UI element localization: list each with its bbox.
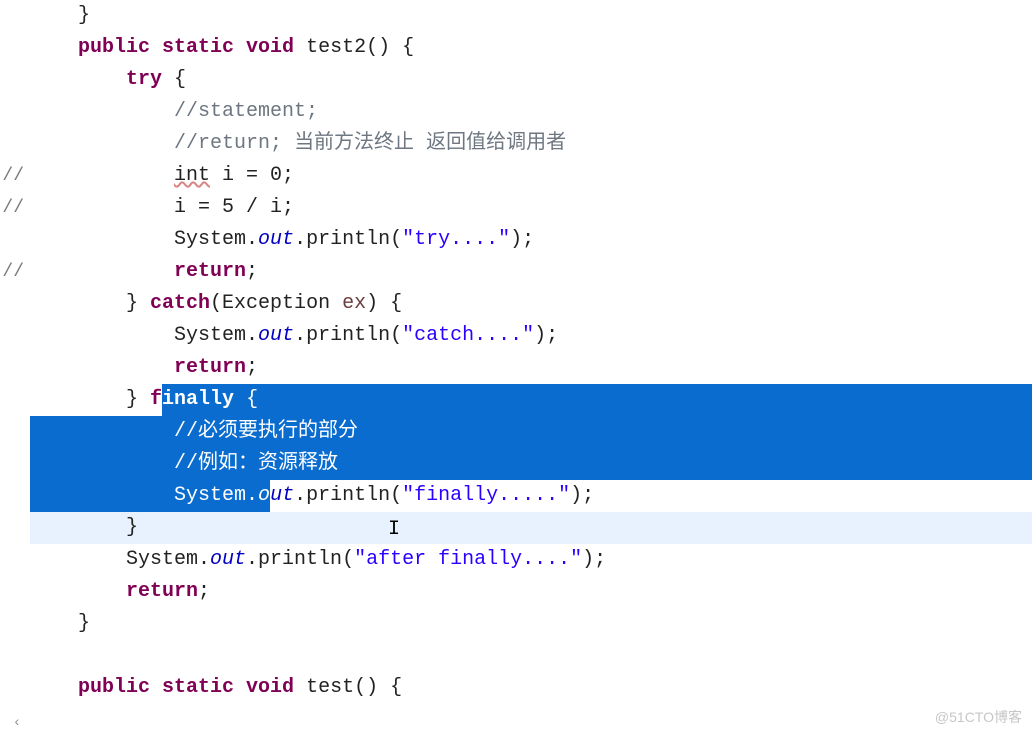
indent — [30, 448, 174, 480]
catch-params: (Exception — [210, 288, 342, 320]
call-println: .println( — [294, 480, 402, 512]
brace: { — [162, 64, 186, 96]
field-out: ut — [270, 480, 294, 512]
code-line[interactable]: } catch(Exception ex) { — [30, 288, 1032, 320]
brace: } — [30, 0, 90, 32]
code-line[interactable]: public static void test2() { — [30, 32, 1032, 64]
punct: ); — [510, 224, 534, 256]
keyword-finally-f: f — [150, 384, 162, 416]
code-line[interactable]: } finally { — [30, 384, 1032, 416]
method-signature: test() { — [294, 672, 402, 704]
call-system: System. — [30, 224, 258, 256]
string-literal: "try...." — [402, 224, 510, 256]
method-signature: test2() { — [294, 32, 414, 64]
code-line-selected[interactable]: //例如：资源释放 — [30, 448, 1032, 480]
code-line[interactable]: } — [30, 608, 1032, 640]
code-area[interactable]: } public static void test2() { try { //s… — [30, 0, 1032, 732]
code-line[interactable]: i = 5 / i; — [30, 192, 1032, 224]
punct: ; — [246, 352, 258, 384]
indent — [30, 192, 174, 224]
comment-chinese: 当前方法终止 返回值给调用者 — [294, 128, 566, 160]
code-editor[interactable]: // // // } public static void test2() { … — [0, 0, 1032, 732]
call-system: System. — [30, 544, 210, 576]
code-line-selected[interactable]: //必须要执行的部分 — [30, 416, 1032, 448]
punct: ); — [582, 544, 606, 576]
indent — [30, 64, 126, 96]
keyword-return: return — [126, 576, 198, 608]
brace: ) { — [366, 288, 402, 320]
code-line[interactable]: //return; 当前方法终止 返回值给调用者 — [30, 128, 1032, 160]
brace: } — [30, 288, 150, 320]
gutter-marker: // — [2, 256, 24, 288]
brace: } — [30, 384, 150, 416]
indent — [30, 128, 174, 160]
code-line[interactable]: return; — [30, 576, 1032, 608]
code-line[interactable]: try { — [30, 64, 1032, 96]
string-literal: "finally....." — [402, 480, 570, 512]
indent — [30, 160, 174, 192]
indent — [30, 672, 78, 704]
code-line[interactable]: public static void test() { — [30, 672, 1032, 704]
code-line[interactable]: int i = 0; — [30, 160, 1032, 192]
assignment: i = 5 / i; — [174, 192, 294, 224]
field-out: out — [258, 320, 294, 352]
gutter-marker: // — [2, 160, 24, 192]
punct: ; — [198, 576, 210, 608]
code-line[interactable]: //statement; — [30, 96, 1032, 128]
code-line[interactable]: System.out.println("try...."); — [30, 224, 1032, 256]
param-ex: ex — [342, 288, 366, 320]
keyword-public-static-void: public static void — [78, 32, 294, 64]
indent — [30, 416, 174, 448]
brace: } — [30, 512, 138, 544]
indent — [30, 96, 174, 128]
punct: ; — [246, 256, 258, 288]
comment: //return; — [174, 128, 294, 160]
code-line[interactable]: System.out.println("after finally...."); — [30, 544, 1032, 576]
code-line[interactable]: } — [30, 0, 1032, 32]
var-decl: i = 0; — [210, 160, 294, 192]
gutter: // // // — [0, 0, 30, 732]
comment-chinese: //例如：资源释放 — [174, 448, 338, 480]
code-line[interactable] — [30, 640, 1032, 672]
indent — [30, 32, 78, 64]
text-caret-icon: I — [388, 514, 389, 538]
field-out: out — [258, 224, 294, 256]
watermark: @51CTO博客 — [935, 706, 1022, 728]
comment-chinese: //必须要执行的部分 — [174, 416, 358, 448]
code-line[interactable]: System.out.println("catch...."); — [30, 320, 1032, 352]
code-line[interactable]: return; — [30, 352, 1032, 384]
comment: //statement; — [174, 96, 318, 128]
indent — [30, 576, 126, 608]
punct: ); — [534, 320, 558, 352]
call-system: System. — [30, 320, 258, 352]
indent — [30, 352, 174, 384]
type-int: int — [174, 160, 210, 192]
code-line-current[interactable]: } — [30, 512, 1032, 544]
keyword-try: try — [126, 64, 162, 96]
field-out: out — [210, 544, 246, 576]
keyword-finally-rest: inally — [162, 388, 246, 411]
keyword-return: return — [174, 256, 246, 288]
call-println: .println( — [294, 320, 402, 352]
keyword-catch: catch — [150, 288, 210, 320]
code-line[interactable]: System.out.println("finally....."); — [30, 480, 1032, 512]
scroll-left-button[interactable]: ‹ — [8, 714, 26, 732]
call-println: .println( — [294, 224, 402, 256]
brace: { — [246, 388, 258, 411]
keyword-return: return — [174, 352, 246, 384]
indent — [30, 256, 174, 288]
brace: } — [30, 608, 90, 640]
string-literal: "after finally...." — [354, 544, 582, 576]
gutter-marker: // — [2, 192, 24, 224]
sel-prefix: System.o — [30, 480, 270, 512]
punct: ); — [570, 480, 594, 512]
keyword-public-static-void: public static void — [78, 672, 294, 704]
call-println: .println( — [246, 544, 354, 576]
code-line[interactable]: return; — [30, 256, 1032, 288]
string-literal: "catch...." — [402, 320, 534, 352]
